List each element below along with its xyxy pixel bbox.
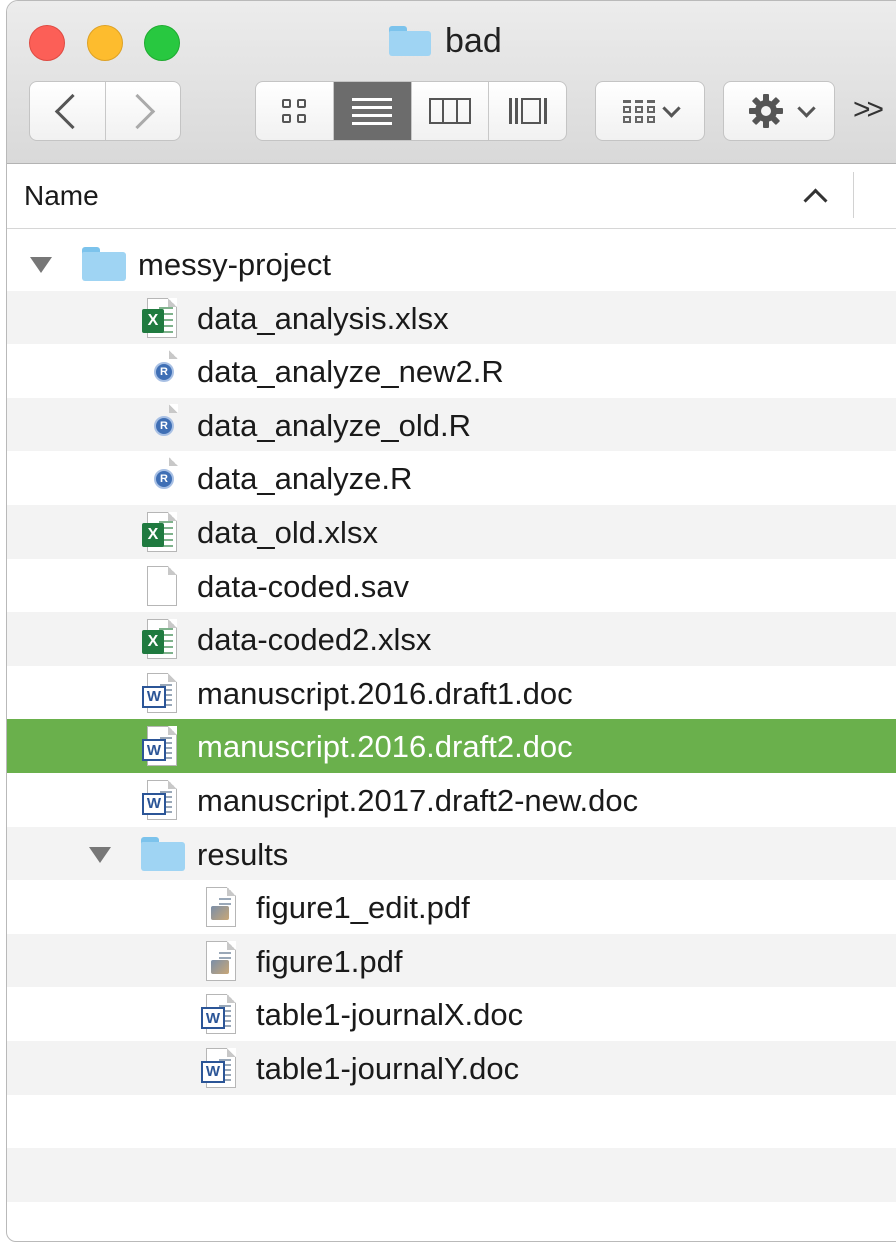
cover-flow-button[interactable] xyxy=(488,82,566,140)
chevron-right-icon xyxy=(120,93,156,129)
file-name: data_analyze_new2.R xyxy=(197,354,504,390)
chevron-down-icon xyxy=(796,98,816,118)
action-button[interactable] xyxy=(723,81,835,141)
arrange-button[interactable] xyxy=(595,81,705,141)
file-name: figure1_edit.pdf xyxy=(256,890,470,926)
disclosure-triangle-icon[interactable] xyxy=(89,846,111,863)
column-header: Name xyxy=(7,164,896,229)
word-file-icon: W xyxy=(200,994,242,1035)
file-name: data_analyze_old.R xyxy=(197,407,472,443)
word-file-icon: W xyxy=(141,726,183,767)
column-view-icon xyxy=(428,98,471,124)
file-name: data_old.xlsx xyxy=(197,514,378,550)
chevron-down-icon xyxy=(661,98,681,118)
r-script-icon: R xyxy=(141,457,183,498)
excel-file-icon: X xyxy=(141,619,183,660)
file-name: table1-journalX.doc xyxy=(256,997,524,1033)
disclosure-triangle-icon[interactable] xyxy=(30,257,52,273)
file-name: manuscript.2016.draft2.doc xyxy=(197,729,573,765)
file-list: messy-project Xdata_analysis.xlsx Rdata_an… xyxy=(7,237,896,1241)
file-name: figure1.pdf xyxy=(256,943,403,979)
folder-icon xyxy=(141,834,185,874)
file-row[interactable]: figure1_edit.pdf xyxy=(7,880,896,934)
empty-row xyxy=(7,1202,896,1241)
window-title-text: bad xyxy=(445,21,502,60)
file-row[interactable]: Xdata-coded2.xlsx xyxy=(7,612,896,666)
file-row[interactable]: data-coded.sav xyxy=(7,559,896,613)
file-row[interactable]: Wtable1-journalY.doc xyxy=(7,1040,896,1095)
forward-button[interactable] xyxy=(104,82,181,140)
excel-file-icon: X xyxy=(141,511,183,552)
folder-icon xyxy=(82,244,126,284)
file-row[interactable]: Rdata_analyze_new2.R xyxy=(7,344,896,398)
file-row[interactable]: Wmanuscript.2016.draft2.doc xyxy=(7,719,896,773)
file-name: messy-project xyxy=(138,247,331,282)
file-name: manuscript.2016.draft1.doc xyxy=(197,675,573,711)
file-row[interactable]: Wmanuscript.2016.draft1.doc xyxy=(7,666,896,720)
list-view-icon xyxy=(352,97,393,125)
chevron-left-icon xyxy=(54,93,90,129)
empty-row xyxy=(7,1148,896,1202)
double-chevron-right-icon[interactable]: >> xyxy=(853,93,884,127)
file-name: table1-journalY.doc xyxy=(256,1050,520,1086)
file-row[interactable]: Wmanuscript.2017.draft2-new.doc xyxy=(7,773,896,827)
column-view-button[interactable] xyxy=(410,82,489,140)
back-button[interactable] xyxy=(30,82,105,140)
list-view-button[interactable] xyxy=(332,82,411,140)
minimize-window-button[interactable] xyxy=(87,25,123,61)
blank-file-icon xyxy=(141,565,183,606)
column-divider[interactable] xyxy=(853,172,854,218)
file-row[interactable]: Xdata_analysis.xlsx xyxy=(7,290,896,345)
toolbar: bad >> xyxy=(7,1,896,164)
r-script-icon: R xyxy=(141,403,183,445)
arrange-grid-icon xyxy=(622,99,655,123)
pdf-file-icon xyxy=(200,887,242,928)
file-name: results xyxy=(197,836,289,872)
word-file-icon: W xyxy=(141,672,183,713)
file-row[interactable]: Wtable1-journalX.doc xyxy=(7,987,896,1041)
window-title: bad xyxy=(389,21,502,61)
pdf-file-icon xyxy=(200,940,242,981)
file-name: data_analyze.R xyxy=(197,461,413,497)
view-mode-group xyxy=(255,81,567,141)
file-row[interactable]: figure1.pdf xyxy=(7,933,896,988)
file-row[interactable]: Rdata_analyze.R xyxy=(7,451,896,505)
word-file-icon: W xyxy=(200,1047,242,1088)
file-name: manuscript.2017.draft2-new.doc xyxy=(197,782,639,818)
word-file-icon: W xyxy=(141,779,183,820)
file-name: data_analysis.xlsx xyxy=(197,300,449,336)
folder-icon xyxy=(389,26,431,56)
file-row[interactable]: results xyxy=(7,826,896,881)
icon-view-icon xyxy=(282,99,307,123)
gear-icon xyxy=(748,94,783,128)
zoom-window-button[interactable] xyxy=(144,25,180,61)
file-row[interactable]: messy-project xyxy=(7,237,896,291)
file-row[interactable]: Rdata_analyze_old.R xyxy=(7,397,896,452)
sort-ascending-icon[interactable] xyxy=(803,188,828,213)
empty-row xyxy=(7,1095,896,1149)
close-window-button[interactable] xyxy=(29,25,65,61)
excel-file-icon: X xyxy=(141,297,183,338)
finder-window: bad >> Name messy-project X data_analysi… xyxy=(6,0,896,1242)
name-column-header[interactable]: Name xyxy=(24,180,99,212)
icon-view-button[interactable] xyxy=(256,82,333,140)
file-row[interactable]: Xdata_old.xlsx xyxy=(7,504,896,559)
r-script-icon: R xyxy=(141,350,183,391)
file-name: data-coded2.xlsx xyxy=(197,622,432,658)
cover-flow-icon xyxy=(508,98,547,124)
navigation-group xyxy=(29,81,181,141)
file-name: data-coded.sav xyxy=(197,568,409,604)
